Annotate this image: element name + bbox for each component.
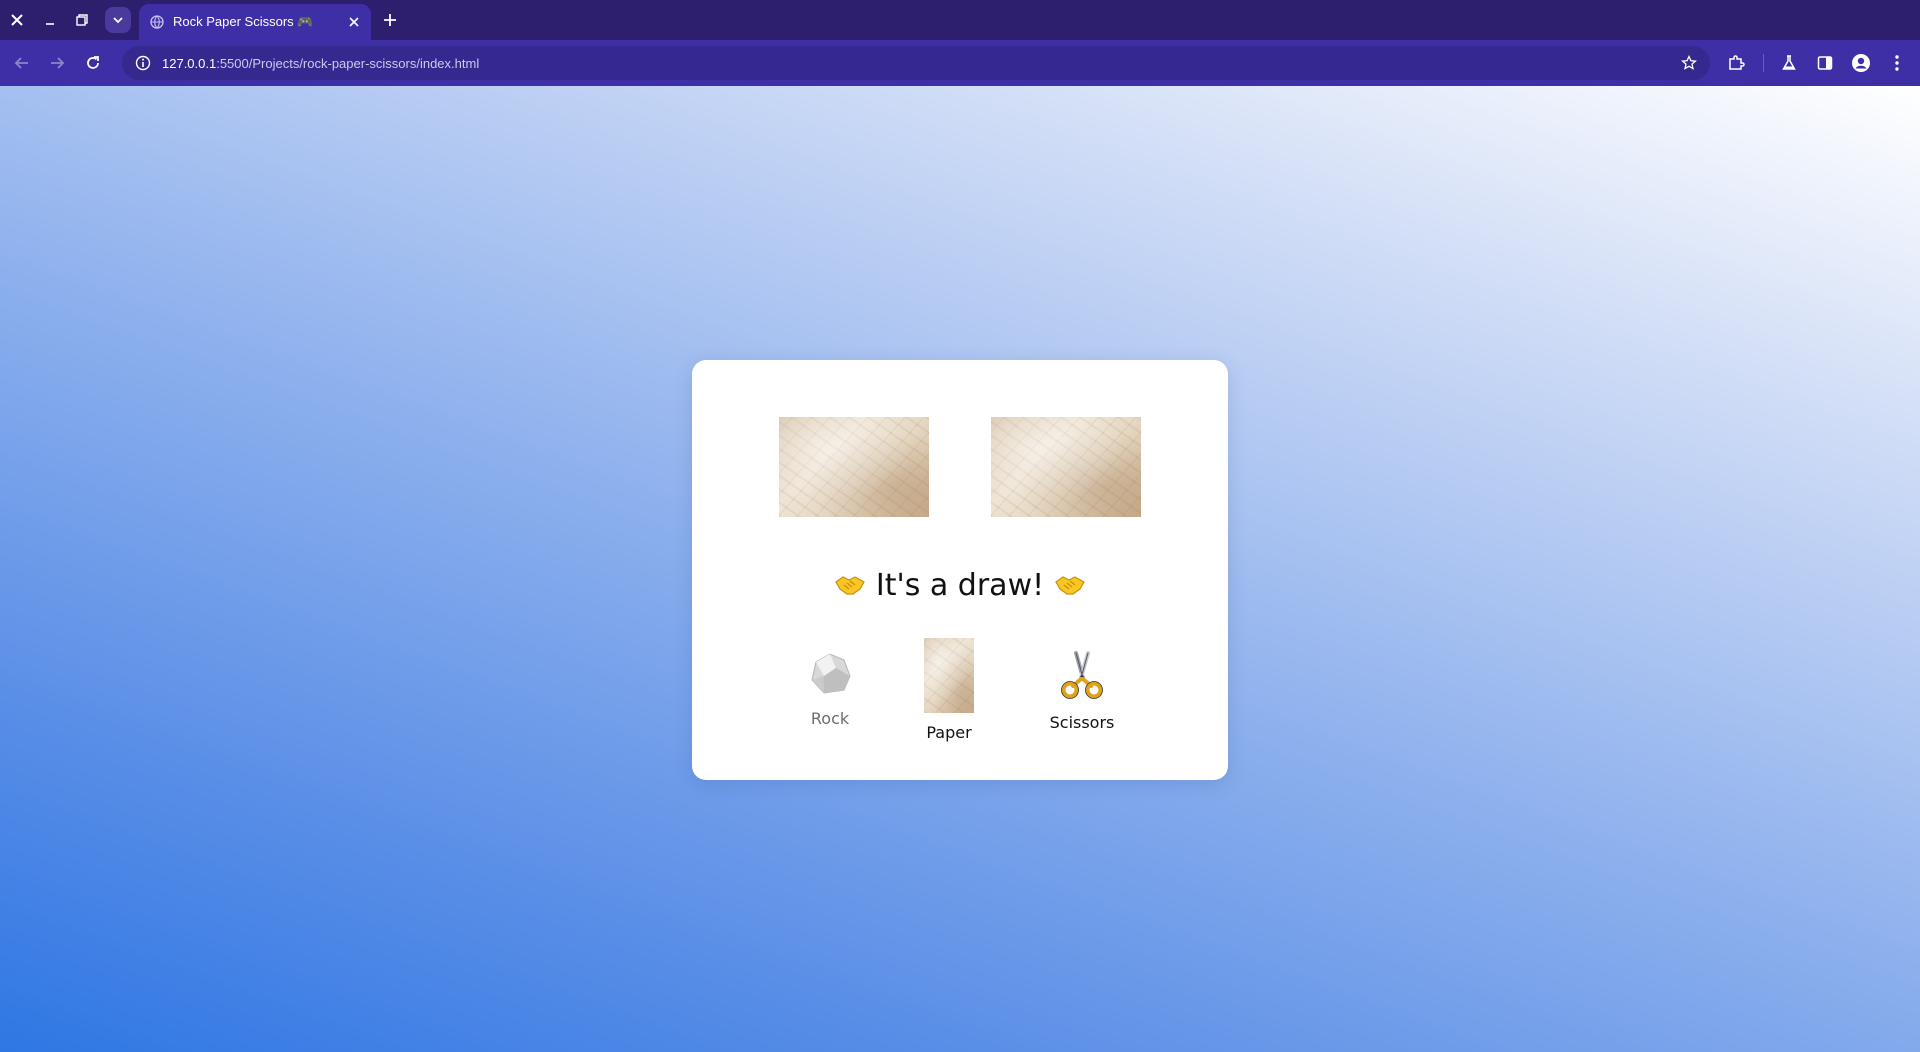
kebab-menu-icon[interactable] (1886, 52, 1908, 74)
address-bar[interactable]: 127.0.0.1:5500/Projects/rock-paper-sciss… (122, 46, 1710, 80)
scissors-icon (1058, 650, 1106, 705)
page-viewport: It's a draw! Rock Paper Scissors (0, 86, 1920, 1052)
tab-title: Rock Paper Scissors 🎮 (173, 14, 314, 29)
browser-toolbar: 127.0.0.1:5500/Projects/rock-paper-sciss… (0, 40, 1920, 86)
result-text: It's a draw! (875, 567, 1045, 603)
paper-icon (924, 638, 974, 713)
minimize-window-icon[interactable] (38, 8, 62, 32)
site-info-icon[interactable] (134, 54, 152, 72)
url-host: 127.0.0.1 (162, 55, 217, 71)
globe-icon (149, 14, 165, 30)
restore-window-icon[interactable] (70, 8, 94, 32)
labs-flask-icon[interactable] (1778, 52, 1800, 74)
url-path: :5500/Projects/rock-paper-scissors/index… (216, 55, 480, 71)
tab-close-icon[interactable] (345, 13, 363, 31)
tab-search-button[interactable] (105, 7, 131, 33)
game-card: It's a draw! Rock Paper Scissors (692, 360, 1228, 780)
close-window-icon[interactable] (5, 8, 29, 32)
back-arrow-icon[interactable] (9, 50, 35, 76)
browser-titlebar: Rock Paper Scissors 🎮 (0, 0, 1920, 40)
forward-arrow-icon[interactable] (44, 50, 70, 76)
result-message: It's a draw! (692, 565, 1228, 605)
browser-tab-active[interactable]: Rock Paper Scissors 🎮 (139, 4, 371, 40)
paper-label: Paper (926, 723, 972, 742)
bookmark-star-icon[interactable] (1680, 54, 1698, 72)
handshake-icon (1054, 569, 1086, 601)
rock-icon (806, 650, 854, 701)
scissors-option-button[interactable]: Scissors (1042, 650, 1122, 732)
rock-label: Rock (810, 709, 850, 728)
new-tab-plus-icon[interactable] (378, 8, 402, 32)
user-choice-paper-image (779, 417, 929, 517)
rock-option-button[interactable]: Rock (800, 650, 860, 728)
toolbar-divider (1763, 54, 1764, 72)
scissors-label: Scissors (1049, 713, 1115, 732)
chevron-down-icon (113, 17, 123, 24)
reload-icon[interactable] (80, 50, 106, 76)
profile-avatar-icon[interactable] (1850, 52, 1872, 74)
url-text: 127.0.0.1:5500/Projects/rock-paper-sciss… (162, 56, 479, 71)
paper-option-button[interactable]: Paper (919, 638, 979, 742)
handshake-icon (834, 569, 866, 601)
extensions-puzzle-icon[interactable] (1725, 52, 1747, 74)
computer-choice-paper-image (991, 417, 1141, 517)
side-panel-icon[interactable] (1814, 52, 1836, 74)
